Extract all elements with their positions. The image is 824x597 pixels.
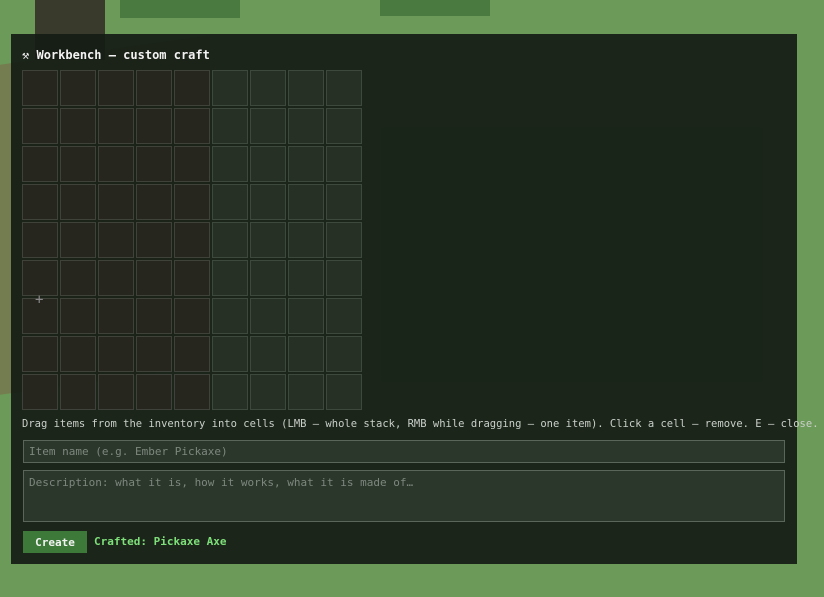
craft-cell[interactable]: [136, 222, 172, 258]
craft-cell[interactable]: [98, 222, 134, 258]
craft-cell[interactable]: [250, 108, 286, 144]
craft-cell[interactable]: [212, 336, 248, 372]
craft-cell[interactable]: [174, 260, 210, 296]
craft-cell[interactable]: [174, 70, 210, 106]
craft-cell[interactable]: [136, 374, 172, 410]
craft-cell[interactable]: [212, 146, 248, 182]
craft-cell[interactable]: [326, 70, 362, 106]
craft-cell[interactable]: [22, 260, 58, 296]
craft-cell[interactable]: [22, 108, 58, 144]
craft-cell[interactable]: [212, 108, 248, 144]
craft-cell[interactable]: [60, 70, 96, 106]
craft-cell[interactable]: [326, 222, 362, 258]
craft-cell[interactable]: [250, 222, 286, 258]
craft-cell[interactable]: [174, 336, 210, 372]
craft-cell[interactable]: [212, 374, 248, 410]
craft-cell[interactable]: [174, 374, 210, 410]
craft-cell[interactable]: [98, 336, 134, 372]
craft-cell[interactable]: [60, 146, 96, 182]
craft-cell[interactable]: [212, 70, 248, 106]
craft-cell[interactable]: [250, 336, 286, 372]
craft-cell[interactable]: [136, 260, 172, 296]
craft-cell[interactable]: [174, 146, 210, 182]
craft-cell[interactable]: [60, 298, 96, 334]
craft-grid: [22, 70, 362, 410]
craft-cell[interactable]: [22, 222, 58, 258]
craft-cell[interactable]: [136, 184, 172, 220]
create-button[interactable]: Create: [23, 531, 87, 553]
craft-cell[interactable]: [288, 374, 324, 410]
craft-cell[interactable]: [60, 108, 96, 144]
craft-cell[interactable]: [326, 184, 362, 220]
craft-cell[interactable]: [250, 146, 286, 182]
workbench-panel: ⚒ Workbench — custom craft + Drag items …: [11, 34, 819, 564]
craft-cell[interactable]: [22, 374, 58, 410]
craft-cell[interactable]: [326, 146, 362, 182]
craft-cell[interactable]: [98, 184, 134, 220]
instructions-text: Drag items from the inventory into cells…: [22, 418, 819, 430]
craft-cell[interactable]: [326, 298, 362, 334]
craft-cell[interactable]: [288, 70, 324, 106]
craft-cell[interactable]: [136, 298, 172, 334]
craft-cell[interactable]: [212, 184, 248, 220]
craft-cell[interactable]: [326, 336, 362, 372]
craft-cell[interactable]: [22, 184, 58, 220]
craft-cell[interactable]: [326, 260, 362, 296]
craft-cell[interactable]: [250, 70, 286, 106]
craft-cell[interactable]: [22, 70, 58, 106]
item-name-input[interactable]: [23, 440, 785, 463]
craft-cell[interactable]: [60, 260, 96, 296]
craft-cell[interactable]: [250, 184, 286, 220]
craft-cell[interactable]: [174, 108, 210, 144]
craft-cell[interactable]: [136, 108, 172, 144]
background-leaves: [380, 0, 490, 16]
craft-cell[interactable]: [98, 298, 134, 334]
craft-cell[interactable]: [288, 184, 324, 220]
craft-cell[interactable]: [212, 298, 248, 334]
craft-cell[interactable]: [174, 184, 210, 220]
craft-status: Crafted: Pickaxe Axe: [94, 535, 227, 548]
craft-cell[interactable]: [98, 374, 134, 410]
craft-cell[interactable]: [326, 108, 362, 144]
hammer-pick-icon: ⚒: [22, 48, 30, 62]
craft-cell[interactable]: [60, 184, 96, 220]
craft-cell[interactable]: [98, 146, 134, 182]
cursor-crosshair: +: [35, 292, 44, 308]
item-description-input[interactable]: [23, 470, 785, 522]
craft-cell[interactable]: [136, 70, 172, 106]
craft-cell[interactable]: [60, 336, 96, 372]
craft-cell[interactable]: [288, 222, 324, 258]
craft-cell[interactable]: [212, 260, 248, 296]
craft-cell[interactable]: [174, 222, 210, 258]
panel-title-text: Workbench — custom craft: [36, 48, 210, 62]
craft-cell[interactable]: [288, 298, 324, 334]
craft-cell[interactable]: [136, 336, 172, 372]
craft-cell[interactable]: [288, 146, 324, 182]
background-leaves: [120, 0, 240, 18]
craft-cell[interactable]: [22, 336, 58, 372]
craft-cell[interactable]: [174, 298, 210, 334]
craft-cell[interactable]: [250, 298, 286, 334]
craft-cell[interactable]: [288, 336, 324, 372]
craft-cell[interactable]: [250, 374, 286, 410]
craft-cell[interactable]: [212, 222, 248, 258]
craft-cell[interactable]: [136, 146, 172, 182]
craft-cell[interactable]: [60, 222, 96, 258]
craft-cell[interactable]: [98, 260, 134, 296]
craft-cell[interactable]: [326, 374, 362, 410]
craft-cell[interactable]: [250, 260, 286, 296]
craft-cell[interactable]: [98, 108, 134, 144]
craft-cell[interactable]: [98, 70, 134, 106]
craft-cell[interactable]: [22, 146, 58, 182]
craft-cell[interactable]: [288, 108, 324, 144]
craft-cell[interactable]: [60, 374, 96, 410]
craft-cell[interactable]: [288, 260, 324, 296]
panel-title: ⚒ Workbench — custom craft: [22, 48, 210, 62]
